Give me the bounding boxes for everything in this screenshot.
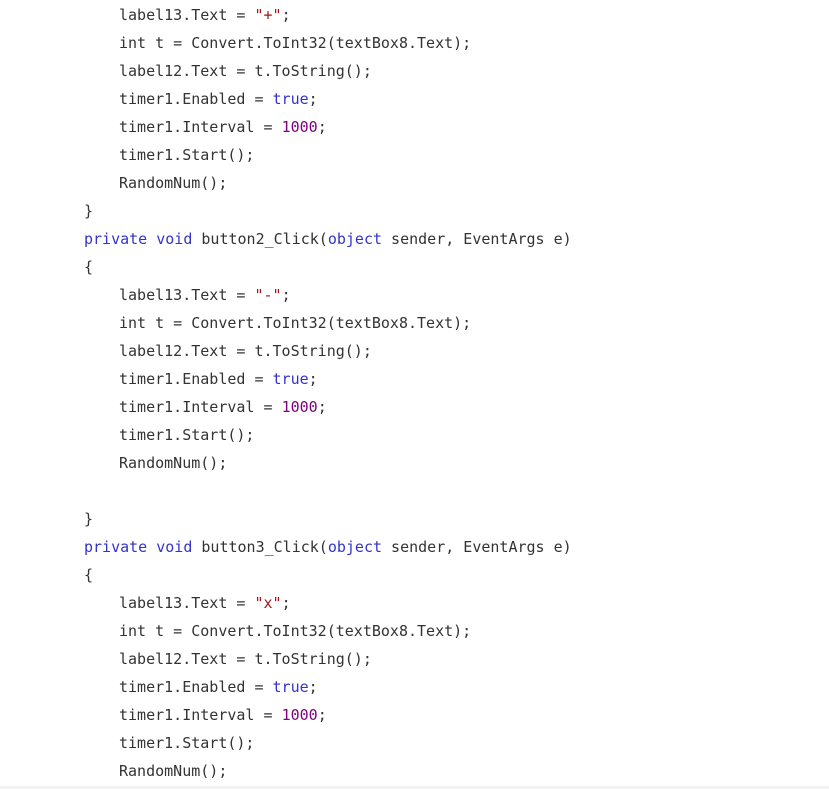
code-line: timer1.Interval = 1000; (119, 113, 327, 141)
code-token: label13.Text = (119, 594, 255, 612)
code-token: ; (317, 118, 327, 136)
code-token: true (272, 370, 309, 388)
code-line: timer1.Enabled = true; (119, 673, 318, 701)
code-token: { (84, 566, 94, 584)
code-line: } (84, 505, 93, 533)
code-line: timer1.Start(); (119, 729, 254, 757)
code-line: int t = Convert.ToInt32(textBox8.Text); (119, 29, 471, 57)
code-token: button2_Click( (192, 230, 328, 248)
code-token: timer1.Enabled = (119, 90, 273, 108)
code-token: timer1.Start(); (119, 426, 255, 444)
code-token: true (272, 90, 309, 108)
code-token: RandomNum(); (119, 454, 228, 472)
code-line: label12.Text = t.ToString(); (119, 57, 372, 85)
code-token: timer1.Interval = (119, 118, 282, 136)
code-line: timer1.Interval = 1000; (119, 701, 327, 729)
code-token: } (84, 510, 94, 528)
code-token: sender, EventArgs e) (382, 538, 572, 556)
code-token: label13.Text = (119, 6, 255, 24)
code-token: ; (317, 706, 327, 724)
code-token: label12.Text = t.ToString(); (119, 342, 372, 360)
code-line: label13.Text = "-"; (119, 281, 291, 309)
code-token: ; (281, 286, 291, 304)
code-line: timer1.Enabled = true; (119, 365, 318, 393)
code-token: "+" (254, 6, 282, 24)
code-block: label13.Text = "+"; int t = Convert.ToInt… (0, 0, 829, 789)
code-token: ; (308, 370, 318, 388)
code-token: void (156, 230, 193, 248)
code-line: { (84, 253, 93, 281)
code-token: label13.Text = (119, 286, 255, 304)
code-line: timer1.Start(); (119, 141, 254, 169)
code-token: private (84, 230, 148, 248)
code-line: int t = Convert.ToInt32(textBox8.Text); (119, 617, 471, 645)
code-token: ; (281, 594, 291, 612)
code-line: label12.Text = t.ToString(); (119, 337, 372, 365)
code-line: label12.Text = t.ToString(); (119, 645, 372, 673)
code-line: RandomNum(); (119, 449, 227, 477)
code-line: { (84, 561, 93, 589)
code-token: label12.Text = t.ToString(); (119, 62, 372, 80)
code-token: int t = Convert.ToInt32(textBox8.Text); (119, 34, 472, 52)
code-token: RandomNum(); (119, 174, 228, 192)
code-line: RandomNum(); (119, 169, 227, 197)
code-token: RandomNum(); (119, 762, 228, 780)
code-token: ; (308, 678, 318, 696)
code-token: 1000 (281, 398, 318, 416)
code-line: RandomNum(); (119, 757, 227, 785)
code-token: sender, EventArgs e) (382, 230, 572, 248)
code-token: { (84, 258, 94, 276)
code-token: object (327, 538, 383, 556)
code-token: int t = Convert.ToInt32(textBox8.Text); (119, 622, 472, 640)
code-token: ; (308, 90, 318, 108)
code-line: timer1.Start(); (119, 421, 254, 449)
code-token: timer1.Interval = (119, 398, 282, 416)
code-token: ; (281, 6, 291, 24)
code-line: timer1.Interval = 1000; (119, 393, 327, 421)
code-token: } (84, 202, 94, 220)
code-line: timer1.Enabled = true; (119, 85, 318, 113)
code-token: "x" (254, 594, 282, 612)
code-token: timer1.Enabled = (119, 370, 273, 388)
code-token: timer1.Interval = (119, 706, 282, 724)
code-token: private (84, 538, 148, 556)
code-token: 1000 (281, 706, 318, 724)
code-token: button3_Click( (192, 538, 328, 556)
code-token: timer1.Start(); (119, 734, 255, 752)
code-line: } (84, 197, 93, 225)
code-line: int t = Convert.ToInt32(textBox8.Text); (119, 309, 471, 337)
code-token: "-" (254, 286, 282, 304)
code-token: object (327, 230, 383, 248)
code-token: timer1.Enabled = (119, 678, 273, 696)
code-token: timer1.Start(); (119, 146, 255, 164)
code-token: true (272, 678, 309, 696)
code-token: void (156, 538, 193, 556)
code-token: 1000 (281, 118, 318, 136)
code-token: label12.Text = t.ToString(); (119, 650, 372, 668)
code-token: int t = Convert.ToInt32(textBox8.Text); (119, 314, 472, 332)
code-line: label13.Text = "x"; (119, 589, 291, 617)
code-line: label13.Text = "+"; (119, 1, 291, 29)
code-line: private void button3_Click(object sender… (84, 533, 572, 561)
code-token: ; (317, 398, 327, 416)
code-line: private void button2_Click(object sender… (84, 225, 572, 253)
